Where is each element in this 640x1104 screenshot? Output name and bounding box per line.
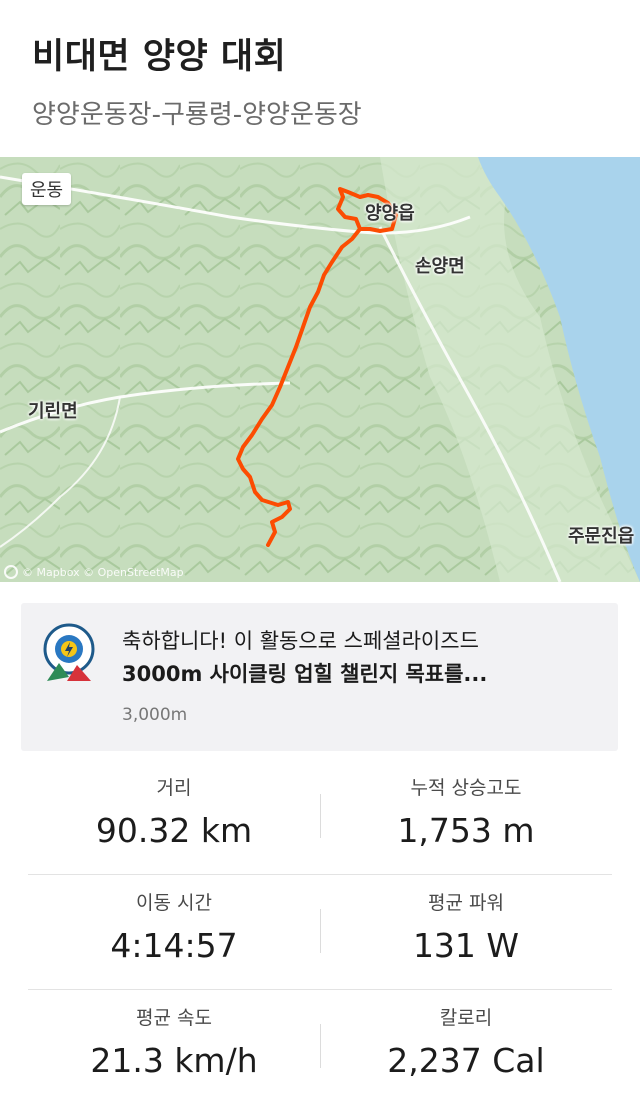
stat-label: 평균 속도 — [136, 1007, 212, 1029]
mapbox-logo-icon — [4, 565, 18, 579]
stat-value: 4:14:57 — [110, 926, 238, 965]
stat-avg-power: 평균 파워 131 W — [320, 875, 612, 967]
stat-label: 평균 파워 — [428, 892, 504, 914]
activity-route-name: 양양운동장-구룡령-양양운동장 — [32, 100, 362, 130]
stats-row: 평균 속도 21.3 km/h 칼로리 2,237 Cal — [28, 990, 612, 1104]
stat-avg-speed: 평균 속도 21.3 km/h — [28, 990, 320, 1082]
map-attribution-text: © Mapbox © OpenStreetMap — [22, 565, 184, 579]
stat-value: 131 W — [412, 926, 520, 965]
map-canvas — [0, 157, 640, 582]
map-label-sonyang: 손양면 — [415, 256, 465, 277]
map-label-jumunjin: 주문진읍 — [568, 526, 635, 547]
route-map[interactable]: 운동 양양읍 손양면 기린면 주문진읍 © Mapbox © OpenStree… — [0, 157, 640, 582]
activity-title: 비대면 양양 대회 — [32, 37, 287, 77]
challenge-message: 축하합니다! 이 활동으로 스페셜라이즈드 3000m 사이클링 업힐 챌린지 … — [122, 625, 594, 691]
activity-header: 비대면 양양 대회 양양운동장-구룡령-양양운동장 — [32, 34, 620, 132]
map-attribution[interactable]: © Mapbox © OpenStreetMap — [4, 565, 184, 579]
challenge-line-1: 축하합니다! 이 활동으로 스페셜라이즈드 — [122, 629, 479, 653]
stat-value: 90.32 km — [95, 811, 253, 850]
stat-elevation-gain: 누적 상승고도 1,753 m — [320, 760, 612, 852]
stat-value: 21.3 km/h — [90, 1041, 258, 1080]
map-label-girin: 기린면 — [28, 401, 78, 422]
stat-moving-time: 이동 시간 4:14:57 — [28, 875, 320, 967]
stat-distance: 거리 90.32 km — [28, 760, 320, 852]
stats-row: 이동 시간 4:14:57 평균 파워 131 W — [28, 875, 612, 990]
challenge-card[interactable]: 축하합니다! 이 활동으로 스페셜라이즈드 3000m 사이클링 업힐 챌린지 … — [21, 603, 618, 751]
stat-label: 누적 상승고도 — [410, 777, 522, 799]
challenge-badge-icon — [43, 623, 95, 681]
stats-row: 거리 90.32 km 누적 상승고도 1,753 m — [28, 760, 612, 875]
stat-calories: 칼로리 2,237 Cal — [320, 990, 612, 1082]
stat-value: 1,753 m — [397, 811, 535, 850]
activity-stats: 거리 90.32 km 누적 상승고도 1,753 m 이동 시간 4:14:5… — [28, 760, 612, 1104]
stat-value: 2,237 Cal — [387, 1041, 545, 1080]
challenge-line-2: 3000m 사이클링 업힐 챌린지 목표를... — [122, 662, 488, 686]
map-label-yangyang: 양양읍 — [365, 203, 415, 224]
stat-label: 칼로리 — [439, 1007, 493, 1029]
stat-label: 이동 시간 — [136, 892, 212, 914]
stat-label: 거리 — [156, 777, 192, 799]
challenge-goal: 3,000m — [122, 705, 188, 725]
map-activity-type-badge: 운동 — [22, 173, 72, 205]
